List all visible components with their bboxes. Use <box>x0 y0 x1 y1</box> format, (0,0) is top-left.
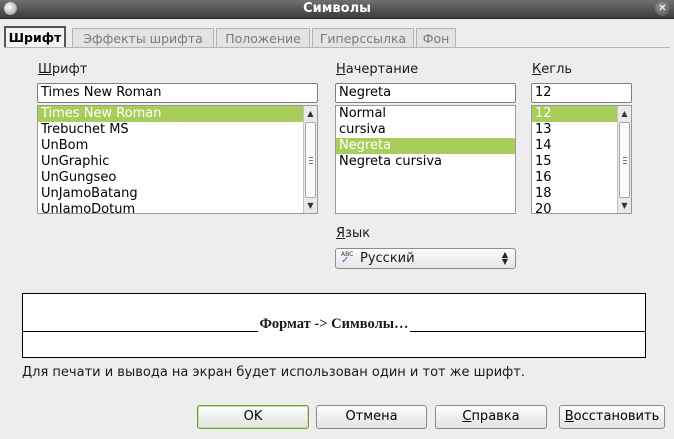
scroll-thumb[interactable] <box>619 122 630 198</box>
font-list[interactable]: Times New Roman Trebuchet MS UnBom UnGra… <box>37 105 318 214</box>
scroll-down-icon[interactable]: ▼ <box>618 199 631 212</box>
style-label: Начертание <box>336 62 419 77</box>
info-note: Для печати и вывода на экран будет испол… <box>22 365 526 380</box>
window-title: Символы <box>303 1 371 16</box>
font-list-scrollbar[interactable]: ▲ ▼ <box>303 106 317 213</box>
language-select[interactable]: ABC ✓ Русский ▲ ▼ <box>335 248 516 269</box>
size-label: Кегль <box>532 62 573 77</box>
ok-button[interactable]: OK <box>197 405 309 429</box>
scroll-down-icon[interactable]: ▼ <box>304 199 317 212</box>
tab-font-effects[interactable]: Эффекты шрифта <box>72 28 214 47</box>
close-button[interactable]: ✕ <box>655 1 670 16</box>
list-item[interactable]: Negreta cursiva <box>336 154 515 170</box>
tab-position[interactable]: Положение <box>216 28 310 47</box>
list-item[interactable]: Negreta <box>336 138 515 154</box>
tab-hyperlink[interactable]: Гиперссылка <box>312 28 414 47</box>
updown-arrows-icon: ▲ ▼ <box>501 250 509 266</box>
font-name-input[interactable]: Times New Roman <box>37 83 318 103</box>
language-label: Язык <box>336 226 371 241</box>
list-item[interactable]: Normal <box>336 106 515 122</box>
close-icon: ✕ <box>658 3 667 14</box>
reset-button[interactable]: Восстановить <box>559 405 665 429</box>
list-item[interactable]: UnJamoDotum <box>38 202 317 213</box>
list-item[interactable]: UnJamoBatang <box>38 186 317 202</box>
font-label: Шрифт <box>38 62 88 77</box>
list-item[interactable]: UnBom <box>38 138 317 154</box>
list-item[interactable]: Times New Roman <box>38 106 317 122</box>
style-input[interactable]: Negreta <box>335 83 516 103</box>
style-list[interactable]: Normal cursiva Negreta Negreta cursiva <box>335 105 516 214</box>
spellcheck-icon: ABC ✓ <box>341 251 354 266</box>
size-input[interactable]: 12 <box>531 83 632 103</box>
list-item[interactable]: Trebuchet MS <box>38 122 317 138</box>
size-list-scrollbar[interactable]: ▲ ▼ <box>617 106 631 213</box>
list-item[interactable]: UnGraphic <box>38 154 317 170</box>
list-item[interactable]: cursiva <box>336 122 515 138</box>
tab-font[interactable]: Шрифт <box>4 26 66 48</box>
cancel-button[interactable]: Отмена <box>316 405 427 429</box>
scroll-thumb[interactable] <box>305 122 316 198</box>
help-button[interactable]: Справка <box>435 405 547 429</box>
size-list[interactable]: 12 13 14 15 16 18 20 ▲ ▼ <box>531 105 632 214</box>
scroll-up-icon[interactable]: ▲ <box>304 107 317 120</box>
language-value: Русский <box>360 251 415 266</box>
preview-sample-text: Формат -> Символы… <box>258 316 410 332</box>
font-preview: Формат -> Символы… <box>22 293 646 358</box>
scroll-up-icon[interactable]: ▲ <box>618 107 631 120</box>
title-bar: Символы ✕ <box>0 0 674 19</box>
list-item[interactable]: UnGungseo <box>38 170 317 186</box>
tab-background[interactable]: Фон <box>416 28 456 47</box>
